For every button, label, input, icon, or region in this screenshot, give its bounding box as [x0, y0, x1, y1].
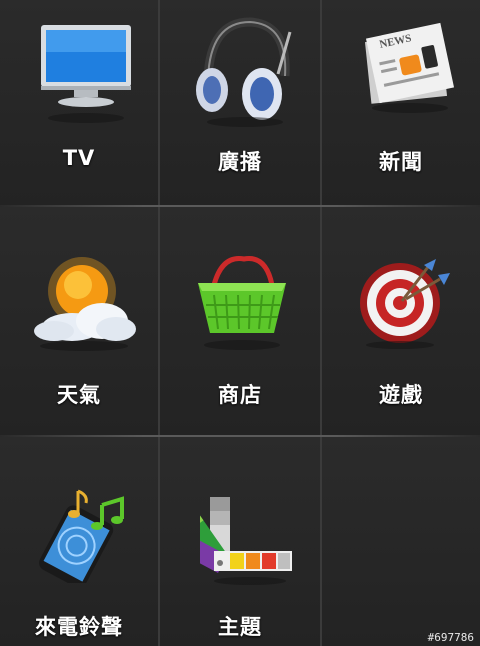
row-divider — [0, 435, 480, 437]
watermark-text: #697786 — [427, 631, 474, 644]
color-swatch-icon — [200, 497, 292, 585]
menu-item-radio[interactable]: 廣播 — [160, 0, 320, 205]
menu-item-weather[interactable]: 天氣 — [0, 207, 158, 435]
row-divider — [0, 205, 480, 207]
column-divider — [320, 0, 322, 646]
menu-item-label: TV — [62, 146, 96, 170]
empty-cell — [322, 437, 480, 646]
menu-item-ringtones[interactable]: 來電鈴聲 — [0, 437, 158, 646]
menu-item-news[interactable]: NEWS 新聞 — [322, 0, 480, 205]
menu-item-label: 商店 — [218, 383, 262, 407]
menu-item-label: 來電鈴聲 — [35, 615, 123, 639]
menu-item-label: 遊戲 — [379, 383, 423, 407]
headphones-icon — [196, 17, 292, 127]
menu-item-themes[interactable]: 主題 — [160, 437, 320, 646]
menu-item-label: 主題 — [218, 615, 262, 639]
menu-item-label: 新聞 — [379, 150, 423, 174]
tv-icon — [41, 25, 131, 123]
dartboard-icon — [360, 259, 450, 349]
menu-item-label: 廣播 — [218, 150, 262, 174]
menu-item-tv[interactable]: TV — [0, 0, 158, 205]
menu-item-games[interactable]: 遊戲 — [322, 207, 480, 435]
column-divider — [158, 0, 160, 646]
app-menu-grid: TV 廣播 NEWS 新聞 天氣 商店 遊戲 來電鈴聲 主題 — [0, 0, 480, 646]
menu-item-label: 天氣 — [57, 383, 101, 407]
newspaper-icon: NEWS — [364, 22, 455, 113]
menu-item-store[interactable]: 商店 — [160, 207, 320, 435]
weather-icon — [34, 257, 136, 351]
shopping-basket-icon — [198, 256, 286, 350]
ringtone-phone-icon — [39, 489, 124, 583]
